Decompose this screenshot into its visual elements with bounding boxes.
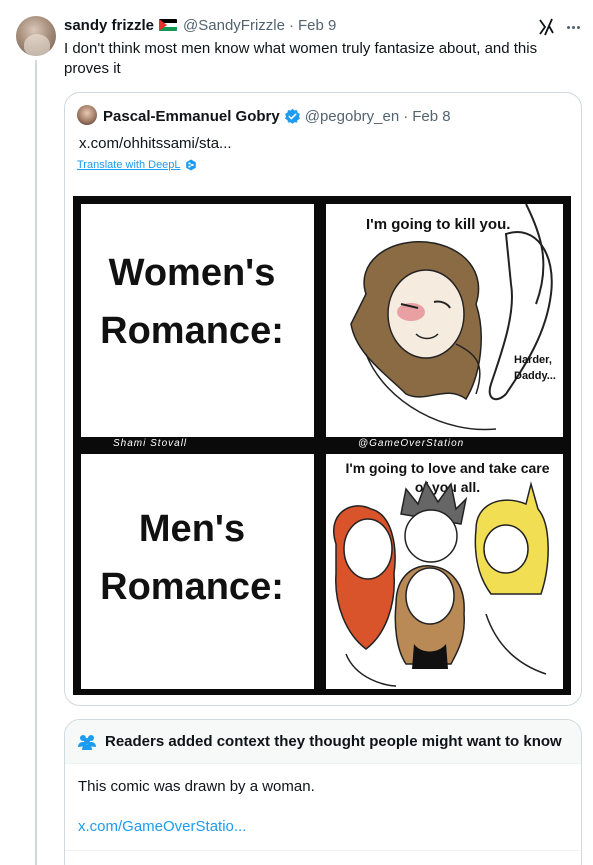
more-options-icon[interactable]	[563, 17, 583, 37]
womens-romance-caption: Women's Romance:	[100, 252, 284, 352]
credit-station: @GameOverStation	[358, 438, 465, 449]
quoted-header: Pascal-Emmanuel Gobry @pegobry_en · Feb …	[103, 106, 451, 126]
translate-button[interactable]: Translate with DeepL	[77, 159, 197, 171]
comic-art-couple	[350, 204, 553, 431]
comic-panel-top-right: I'm going to kill you. Harder, Daddy...	[326, 204, 563, 437]
mens-romance-caption: Men's Romance:	[100, 508, 284, 608]
quoted-author-handle[interactable]: @pegobry_en	[305, 108, 399, 125]
quoted-link[interactable]: x.com/ohhitssami/sta...	[79, 135, 232, 152]
community-note-divider	[65, 850, 581, 851]
quoted-author-avatar[interactable]	[77, 105, 97, 125]
palestine-flag-icon	[159, 19, 178, 31]
tweet-text: I don't think most men know what women t…	[64, 40, 538, 77]
translate-label: Translate with DeepL	[77, 159, 181, 171]
community-note-link[interactable]: x.com/GameOverStatio...	[78, 818, 246, 835]
author-handle[interactable]: @SandyFrizzle	[183, 17, 285, 34]
comic-image[interactable]: Women's Romance: I'm going to kill you. …	[73, 196, 571, 695]
author-name[interactable]: sandy frizzle	[64, 17, 154, 34]
quoted-author-name[interactable]: Pascal-Emmanuel Gobry	[103, 108, 280, 125]
comic-panel-bottom-right: I'm going to love and take care of you a…	[326, 454, 563, 689]
speech-harder: Harder, Daddy...	[514, 354, 556, 382]
people-icon	[78, 734, 96, 750]
verified-badge-icon	[284, 108, 300, 124]
community-note-heading: Readers added context they thought peopl…	[105, 733, 562, 750]
author-avatar[interactable]	[16, 16, 56, 56]
comic-art-group	[333, 480, 549, 687]
community-note-body: This comic was drawn by a woman.	[78, 778, 315, 795]
community-note-header: Readers added context they thought peopl…	[65, 720, 581, 764]
deepl-icon	[185, 159, 196, 171]
separator-dot: ·	[403, 107, 409, 125]
tweet-date[interactable]: Feb 9	[298, 17, 336, 34]
community-note[interactable]: Readers added context they thought peopl…	[64, 719, 582, 865]
quoted-date[interactable]: Feb 8	[412, 108, 450, 125]
credit-artist: Shami Stovall	[113, 438, 188, 449]
thread-line	[35, 60, 37, 865]
tweet-header: sandy frizzle @SandyFrizzle · Feb 9	[64, 15, 336, 35]
grok-icon[interactable]	[536, 17, 556, 37]
quoted-tweet[interactable]: Pascal-Emmanuel Gobry @pegobry_en · Feb …	[64, 92, 582, 706]
separator-dot: ·	[288, 16, 294, 34]
